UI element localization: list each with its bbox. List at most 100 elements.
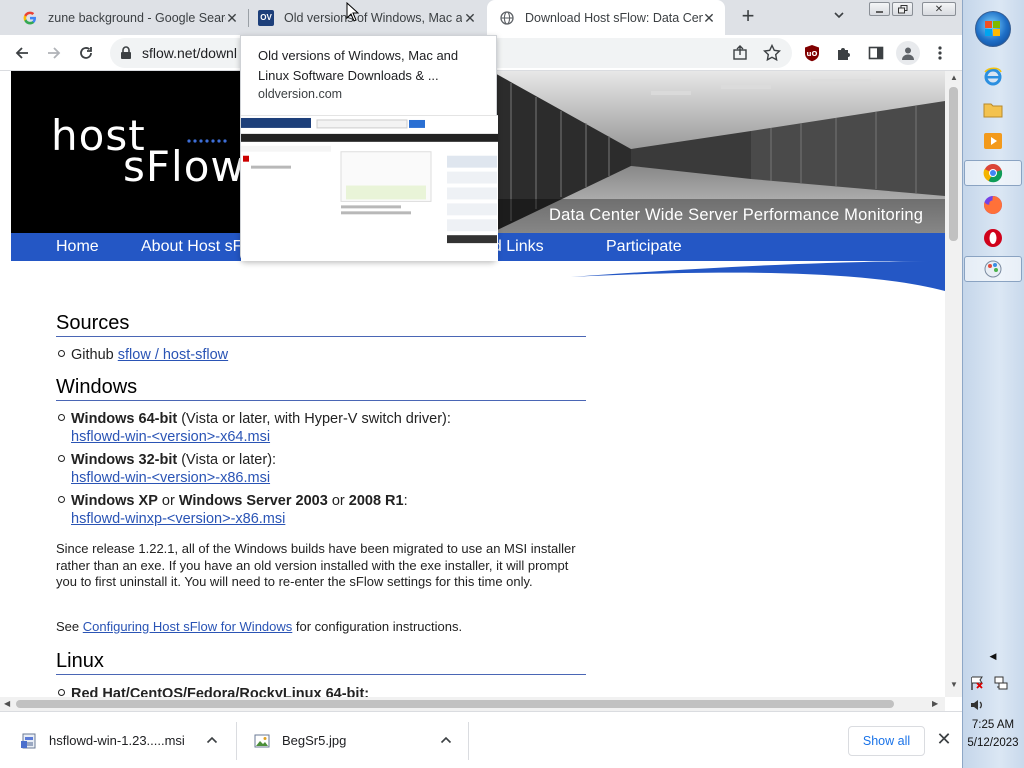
- hovercard-domain: oldversion.com: [258, 87, 343, 101]
- close-tab-icon[interactable]: ✕: [224, 10, 240, 26]
- page-thumbnail-image: [241, 115, 498, 261]
- new-tab-button[interactable]: +: [738, 5, 758, 28]
- colon-text: :: [403, 493, 408, 509]
- close-tab-icon[interactable]: ✕: [462, 10, 478, 26]
- config-link[interactable]: Configuring Host sFlow for Windows: [83, 619, 293, 634]
- download-item[interactable]: BegSr5.jpg: [254, 712, 454, 768]
- tab-title: Download Host sFlow: Data Cent: [525, 10, 703, 25]
- chevron-up-icon[interactable]: [206, 735, 218, 745]
- opera-icon[interactable]: [982, 227, 1004, 249]
- github-link[interactable]: sflow / host-sflow: [118, 347, 228, 363]
- list-bullet: [58, 350, 65, 357]
- tab-oldversion[interactable]: OV Old versions of Windows, Mac ar ✕: [248, 0, 484, 35]
- profile-avatar-icon[interactable]: [896, 41, 920, 65]
- window-close-button[interactable]: ✕: [922, 2, 956, 16]
- msi-migration-note: Since release 1.22.1, all of the Windows…: [56, 541, 576, 589]
- navbar-curve-decoration: [11, 261, 945, 291]
- or-text: or: [327, 493, 349, 509]
- menu-kebab-icon[interactable]: [930, 43, 950, 63]
- volume-icon[interactable]: [968, 696, 986, 714]
- download-filename: hsflowd-win-1.23.....msi: [49, 733, 185, 748]
- list-item-win64: Windows 64-bit (Vista or later, with Hyp…: [71, 410, 571, 446]
- url-text: sflow.net/downl: [142, 45, 237, 61]
- tab-host-sflow[interactable]: Download Host sFlow: Data Cent ✕: [487, 0, 725, 35]
- site-tagline: Data Center Wide Server Performance Moni…: [549, 206, 924, 224]
- horizontal-scrollbar[interactable]: ◀ ▶: [0, 697, 945, 711]
- svg-text:uO: uO: [807, 50, 818, 58]
- tab-title: Old versions of Windows, Mac ar: [284, 10, 462, 25]
- win2008-title: 2008 R1: [348, 493, 404, 509]
- close-download-bar-icon[interactable]: ✕: [935, 730, 953, 748]
- logo-dots-icon: [187, 139, 227, 143]
- network-icon[interactable]: [992, 674, 1010, 692]
- tab-search-chevron-icon[interactable]: [832, 8, 852, 26]
- scroll-left-arrow-icon[interactable]: ◀: [4, 699, 10, 708]
- download-bar: hsflowd-win-1.23.....msi BegSr5.jpg Show…: [0, 711, 962, 768]
- file-explorer-icon[interactable]: [982, 98, 1004, 120]
- win64-title: Windows 64-bit: [71, 411, 178, 427]
- vertical-scrollbar-thumb[interactable]: [949, 87, 958, 241]
- show-hidden-icons-chevron[interactable]: ◀: [964, 651, 1022, 662]
- win2003-title: Windows Server 2003: [178, 493, 328, 509]
- paint-taskbar-button[interactable]: [964, 256, 1022, 282]
- bookmark-star-icon[interactable]: [762, 43, 782, 63]
- image-file-icon: [254, 733, 270, 749]
- chrome-taskbar-button[interactable]: [964, 160, 1022, 186]
- forward-arrow-icon[interactable]: [42, 41, 66, 65]
- google-icon: [22, 10, 38, 26]
- lock-icon[interactable]: [120, 46, 132, 65]
- tab-hover-card: Old versions of Windows, Mac and Linux S…: [240, 35, 498, 261]
- config-prefix: See: [56, 619, 83, 634]
- extensions-puzzle-icon[interactable]: [834, 43, 854, 63]
- section-heading-windows: Windows: [56, 376, 586, 401]
- logo-sflow-text: sFlow: [123, 142, 246, 191]
- side-panel-icon[interactable]: [866, 43, 886, 63]
- clock-time[interactable]: 7:25 AM: [964, 719, 1022, 731]
- installer-icon: [20, 732, 38, 750]
- chevron-up-icon[interactable]: [440, 735, 452, 745]
- download-item[interactable]: hsflowd-win-1.23.....msi: [20, 712, 230, 768]
- winxp-download-link[interactable]: hsflowd-winxp-<version>-x86.msi: [71, 511, 285, 527]
- list-bullet: [58, 455, 65, 462]
- clock-date[interactable]: 5/12/2023: [964, 737, 1022, 749]
- restore-button[interactable]: [892, 2, 913, 16]
- back-arrow-icon[interactable]: [10, 41, 34, 65]
- scroll-up-arrow-icon[interactable]: ▲: [950, 73, 958, 82]
- share-icon[interactable]: [730, 43, 750, 63]
- list-bullet: [58, 414, 65, 421]
- ublock-icon[interactable]: uO: [802, 43, 822, 63]
- win64-desc: (Vista or later, with Hyper-V switch dri…: [177, 411, 451, 427]
- download-filename: BegSr5.jpg: [282, 733, 347, 748]
- config-suffix: for configuration instructions.: [292, 619, 463, 634]
- close-tab-icon[interactable]: ✕: [701, 10, 717, 26]
- list-item-github: Github sflow / host-sflow: [71, 346, 228, 364]
- win64-download-link[interactable]: hsflowd-win-<version>-x64.msi: [71, 429, 270, 445]
- mouse-cursor-icon: [346, 2, 360, 22]
- media-player-icon[interactable]: [982, 130, 1004, 152]
- tab-google-search[interactable]: zune background - Google Searc ✕: [0, 0, 244, 35]
- github-label: Github: [71, 347, 118, 363]
- action-center-flag-icon[interactable]: [968, 674, 986, 692]
- config-instructions: See Configuring Host sFlow for Windows f…: [56, 619, 586, 636]
- firefox-icon[interactable]: [982, 194, 1004, 216]
- vertical-scrollbar[interactable]: ▲ ▼: [945, 71, 962, 697]
- list-item-linux-rhel: Red Hat/CentOS/Fedora/RockyLinux 64-bit:: [71, 686, 370, 697]
- globe-icon: [499, 10, 515, 26]
- reload-icon[interactable]: [74, 41, 98, 65]
- win32-download-link[interactable]: hsflowd-win-<version>-x86.msi: [71, 470, 270, 486]
- scroll-right-arrow-icon[interactable]: ▶: [932, 699, 938, 708]
- download-divider: [236, 722, 237, 760]
- section-heading-sources: Sources: [56, 312, 586, 337]
- nav-participate[interactable]: Participate: [606, 238, 682, 256]
- start-button-icon[interactable]: [975, 11, 1011, 47]
- chrome-icon: [983, 164, 1003, 183]
- scroll-down-arrow-icon[interactable]: ▼: [950, 680, 958, 689]
- tab-title: zune background - Google Searc: [48, 10, 226, 25]
- internet-explorer-icon[interactable]: [982, 65, 1004, 87]
- horizontal-scrollbar-thumb[interactable]: [16, 700, 894, 708]
- section-heading-linux: Linux: [56, 650, 586, 675]
- nav-about[interactable]: About Host sF: [141, 238, 242, 256]
- show-all-downloads-button[interactable]: Show all: [848, 726, 925, 756]
- minimize-button[interactable]: [869, 2, 890, 16]
- nav-home[interactable]: Home: [56, 238, 99, 256]
